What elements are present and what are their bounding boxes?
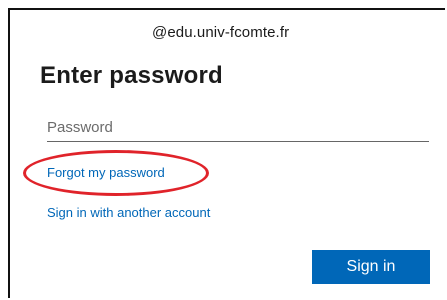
forgot-password-link[interactable]: Forgot my password — [47, 165, 165, 180]
password-field[interactable] — [47, 113, 429, 142]
sign-in-another-account-link[interactable]: Sign in with another account — [47, 205, 210, 220]
page-title: Enter password — [40, 62, 223, 89]
sign-in-button[interactable]: Sign in — [312, 250, 430, 284]
account-email: @edu.univ-fcomte.fr — [152, 24, 290, 41]
